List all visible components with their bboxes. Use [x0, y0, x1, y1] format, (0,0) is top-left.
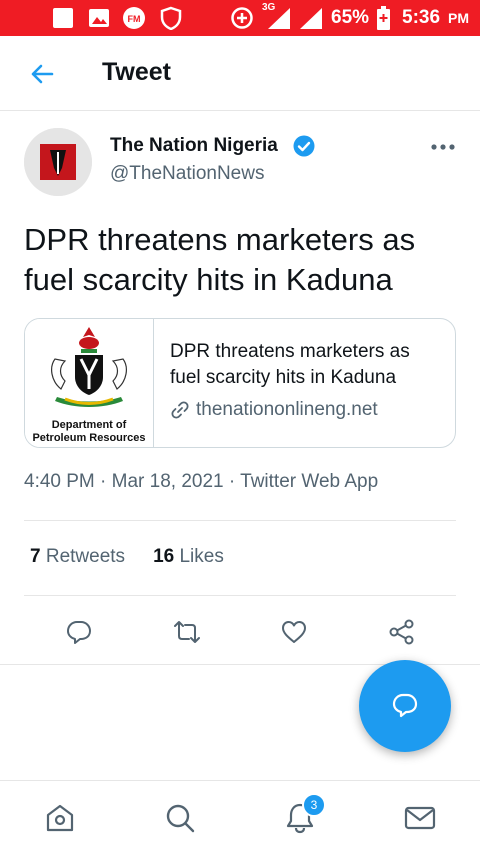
compose-reply-button[interactable] [359, 660, 451, 752]
page-title: Tweet [102, 58, 171, 86]
image-icon [52, 0, 74, 36]
shield-icon [160, 0, 182, 36]
notifications-badge: 3 [302, 793, 326, 817]
clock: 5:36 [402, 7, 441, 28]
tweet-actions [0, 610, 480, 654]
home-icon[interactable] [43, 801, 77, 835]
bottom-nav: 3 [0, 780, 480, 855]
card-domain: thenationonlineng.net [196, 399, 378, 420]
fm-icon: FM [122, 0, 146, 36]
search-icon[interactable] [163, 801, 197, 835]
arrow-left-icon[interactable] [28, 60, 56, 88]
card-title: DPR threatens marketers as fuel scarcity… [170, 341, 410, 388]
tweet-timestamp: 4:40 PM · Mar 18, 2021 · Twitter Web App [24, 471, 379, 492]
likes-label: Likes [179, 546, 224, 567]
messages-icon[interactable] [403, 801, 437, 835]
author-name[interactable]: The Nation Nigeria [110, 135, 278, 157]
tweet-text: DPR threatens marketers as fuel scarcity… [24, 222, 416, 297]
like-icon[interactable] [280, 618, 308, 646]
data-saver-icon [230, 0, 254, 36]
likes-count: 16 [153, 546, 175, 567]
signal-icon [296, 0, 324, 36]
network-type: 3G [262, 2, 276, 13]
card-image-caption-line1: Department of [51, 419, 127, 431]
link-card[interactable]: Department of Petroleum Resources DPR th… [24, 318, 456, 448]
reply-icon [392, 693, 418, 718]
card-image-dpr-logo: Department of Petroleum Resources [25, 319, 154, 447]
clock-ampm: PM [448, 10, 469, 26]
retweets-label: Retweets [45, 546, 126, 567]
link-icon [171, 401, 189, 419]
likes-stat[interactable]: 16 Likes [153, 546, 224, 567]
tweet-stats: 7 Retweets 16 Likes [30, 546, 224, 568]
svg-text:FM: FM [128, 14, 141, 24]
battery-charging-icon [377, 0, 390, 36]
card-image-caption-line2: Petroleum Resources [32, 432, 146, 444]
gallery-icon [88, 0, 110, 36]
author-handle[interactable]: @TheNationNews [110, 163, 264, 185]
app-header: Tweet [0, 36, 480, 111]
divider [24, 595, 456, 596]
avatar[interactable] [24, 128, 92, 196]
divider [24, 520, 456, 521]
retweets-stat[interactable]: 7 Retweets [30, 546, 125, 567]
share-icon[interactable] [388, 618, 416, 646]
more-options-icon[interactable] [430, 140, 456, 154]
card-domain-row: thenationonlineng.net [170, 399, 378, 421]
reply-icon[interactable] [65, 618, 93, 646]
verified-badge-icon [293, 135, 315, 157]
retweets-count: 7 [30, 546, 41, 567]
retweet-icon[interactable] [173, 618, 201, 646]
status-bar: FM 3G 65% 5:36 PM [0, 0, 480, 36]
battery-percent: 65% [331, 7, 370, 28]
